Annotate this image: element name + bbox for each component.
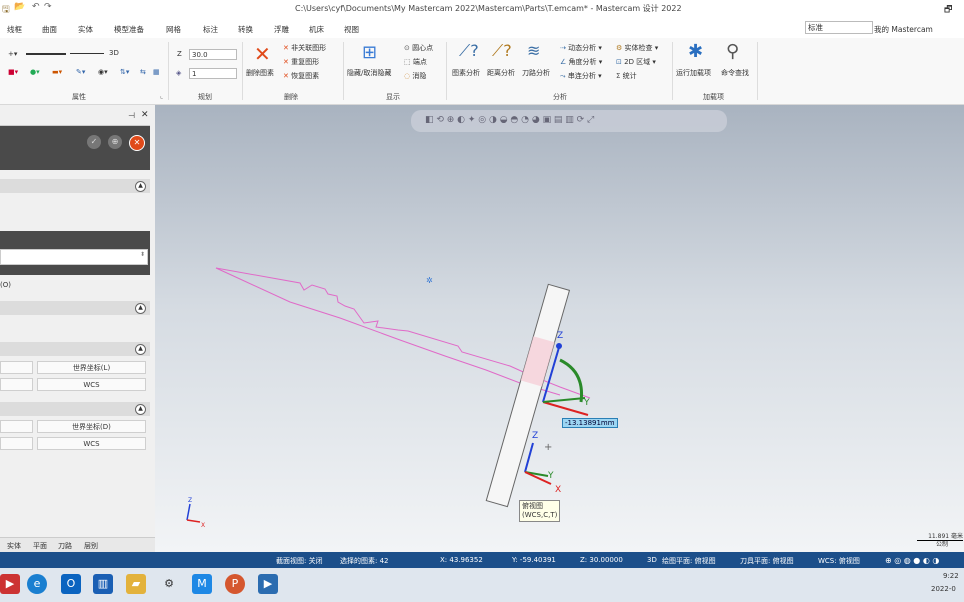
tplane-status[interactable]: 刀具平面: 俯视图 — [740, 556, 794, 566]
rotation-arc[interactable] — [559, 358, 584, 403]
powerpoint-icon[interactable]: P — [225, 574, 245, 594]
scene-svg: Z Y Z Y X + ✲ Z X — [186, 267, 591, 529]
file-explorer-icon[interactable]: ▰ — [126, 574, 146, 594]
cplane-status[interactable]: 绘图平面: 俯视图 — [662, 556, 716, 566]
taskbar: ▶ e O ▥ ▰ ⚙ M P ▶ 9:22 2022-0 — [0, 568, 964, 602]
clock-date: 2022-0 — [931, 585, 956, 593]
wcs-z-label: Z — [532, 431, 538, 441]
video-player-icon[interactable]: ▶ — [258, 574, 278, 594]
board-icon[interactable]: ▥ — [93, 574, 113, 594]
status-bar: 截面视图: 关闭 选择的图素: 42 X: 43.96352 Y: -59.40… — [0, 552, 964, 568]
clock-time: 9:22 — [943, 572, 959, 580]
view-coords: (WCS,C,T) — [522, 511, 558, 519]
wcs-y-label: Y — [547, 471, 554, 481]
y-coordinate: Y: -59.40391 — [512, 556, 556, 564]
edge-icon[interactable]: e — [27, 574, 47, 594]
scale-unit: 公制 — [936, 541, 949, 548]
mastercam-icon[interactable]: M — [192, 574, 212, 594]
dimension-readout: -13.13891mm — [562, 418, 618, 428]
section-view-status[interactable]: 截面视图: 关闭 — [276, 556, 323, 566]
z-handle[interactable] — [556, 343, 562, 349]
corner-x-label: X — [201, 522, 205, 529]
view-name: 俯视图 — [522, 502, 543, 510]
wcs-z-axis — [524, 442, 534, 473]
z-label: Z — [557, 331, 563, 341]
x-axis — [542, 401, 589, 416]
settings-icon[interactable]: ⚙ — [159, 574, 179, 594]
corner-x-axis — [186, 519, 201, 523]
wcs-x-label: X — [555, 485, 561, 495]
origin-icon: + — [544, 442, 552, 453]
recorder-icon[interactable]: ▶ — [0, 574, 20, 594]
cursor-marker-icon: ✲ — [426, 276, 433, 285]
view-label: 俯视图 (WCS,C,T) — [519, 500, 561, 522]
z-coordinate: Z: 30.00000 — [580, 556, 623, 564]
view-controls-icons[interactable]: ⊕ ◎ ◍ ● ◐ ◑ — [885, 556, 939, 565]
corner-z-axis — [186, 503, 191, 521]
y-axis — [542, 397, 586, 403]
outlook-icon[interactable]: O — [61, 574, 81, 594]
wireframe-geometry[interactable] — [215, 267, 561, 396]
wcs-status[interactable]: WCS: 俯视图 — [818, 556, 860, 566]
selected-entities-status: 选择的图素: 42 — [340, 557, 389, 565]
y-label: Y — [583, 398, 590, 408]
corner-z-label: Z — [188, 497, 192, 504]
mode-status[interactable]: 3D — [647, 556, 657, 564]
x-coordinate: X: 43.96352 — [440, 556, 483, 564]
